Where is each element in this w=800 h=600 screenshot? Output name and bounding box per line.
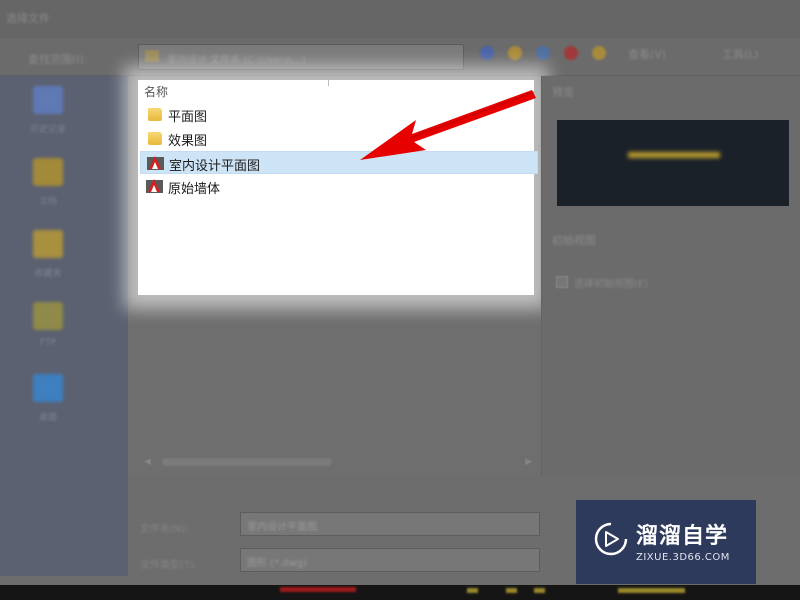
place-ftp[interactable]: FTP [20, 302, 76, 348]
back-icon[interactable] [480, 46, 494, 60]
new-folder-icon[interactable] [592, 46, 606, 60]
documents-icon [33, 158, 63, 186]
place-desktop[interactable]: 桌面 [20, 374, 76, 423]
filetype-value: 图形 (*.dwg) [247, 558, 308, 569]
place-favorites[interactable]: 收藏夹 [20, 230, 76, 279]
toolbar: 查找范围(I): 室内设计 文件夹 (C:\Users\...) [0, 38, 800, 76]
taskbar-item[interactable] [450, 588, 730, 593]
select-initial-view-checkbox[interactable] [556, 276, 568, 288]
place-label: FTP [40, 338, 56, 348]
file-name: 效果图 [168, 134, 208, 149]
file-name: 原始墙体 [168, 182, 221, 197]
column-divider[interactable] [328, 78, 329, 86]
folder-icon [148, 108, 162, 121]
favorites-icon [33, 230, 63, 258]
filetype-label: 文件类型(T): [140, 560, 198, 571]
scrollbar-thumb[interactable] [162, 458, 332, 466]
delete-icon[interactable] [564, 46, 578, 60]
places-sidebar: 历史记录 文档 收藏夹 FTP 桌面 [0, 76, 128, 576]
play-logo-icon [594, 522, 628, 556]
place-label: 桌面 [38, 413, 57, 423]
drawing-preview [557, 120, 789, 206]
filename-input[interactable]: 室内设计平面图 [240, 512, 540, 536]
taskbar [0, 585, 800, 600]
dwg-file-icon [147, 156, 164, 170]
preview-label: 预览 [552, 86, 574, 99]
history-icon [33, 86, 63, 114]
dwg-file-icon [146, 179, 163, 193]
annotation-arrow-icon [360, 90, 536, 160]
scroll-right-icon[interactable]: ▶ [525, 457, 532, 467]
column-header-name[interactable]: 名称 [144, 83, 168, 100]
place-label: 收藏夹 [34, 269, 62, 279]
list-item-dwg[interactable]: 原始墙体 [140, 175, 538, 198]
tools-menu[interactable]: 工具(L) [722, 46, 759, 62]
filename-label: 文件名(N): [140, 524, 189, 535]
place-history[interactable]: 历史记录 [20, 86, 76, 135]
file-name: 平面图 [168, 110, 208, 125]
search-web-icon[interactable] [536, 46, 550, 60]
logo-name: 溜溜自学 [636, 524, 729, 549]
preview-thumbnail-detail [628, 152, 720, 158]
up-folder-icon[interactable] [508, 46, 522, 60]
place-documents[interactable]: 文档 [20, 158, 76, 207]
logo-url: ZIXUE.3D66.COM [636, 552, 730, 563]
place-label: 文档 [38, 197, 57, 207]
checkbox-label: 选择初始视图(E) [574, 279, 649, 290]
initial-view-label: 初始视图 [552, 234, 596, 247]
look-in-combo[interactable]: 室内设计 文件夹 (C:\Users\...) [138, 44, 464, 70]
place-label: 历史记录 [29, 125, 66, 135]
scroll-left-icon[interactable]: ◀ [144, 457, 151, 467]
ftp-icon [33, 302, 63, 330]
folder-icon [145, 50, 159, 62]
filetype-select[interactable]: 图形 (*.dwg) [240, 548, 540, 572]
look-in-label: 查找范围(I): [28, 53, 88, 66]
filename-value: 室内设计平面图 [247, 522, 317, 533]
taskbar-item[interactable] [280, 587, 356, 592]
look-in-path: 室内设计 文件夹 (C:\Users\...) [167, 55, 306, 66]
folder-icon [148, 132, 162, 145]
desktop-icon [33, 374, 63, 402]
views-menu[interactable]: 查看(V) [628, 46, 666, 62]
horizontal-scrollbar[interactable]: ◀ ▶ [140, 455, 538, 469]
title-bar: 选择文件 [0, 0, 800, 38]
file-name: 室内设计平面图 [169, 159, 261, 174]
watermark-logo: 溜溜自学 ZIXUE.3D66.COM [576, 500, 756, 584]
window-title: 选择文件 [6, 12, 50, 25]
